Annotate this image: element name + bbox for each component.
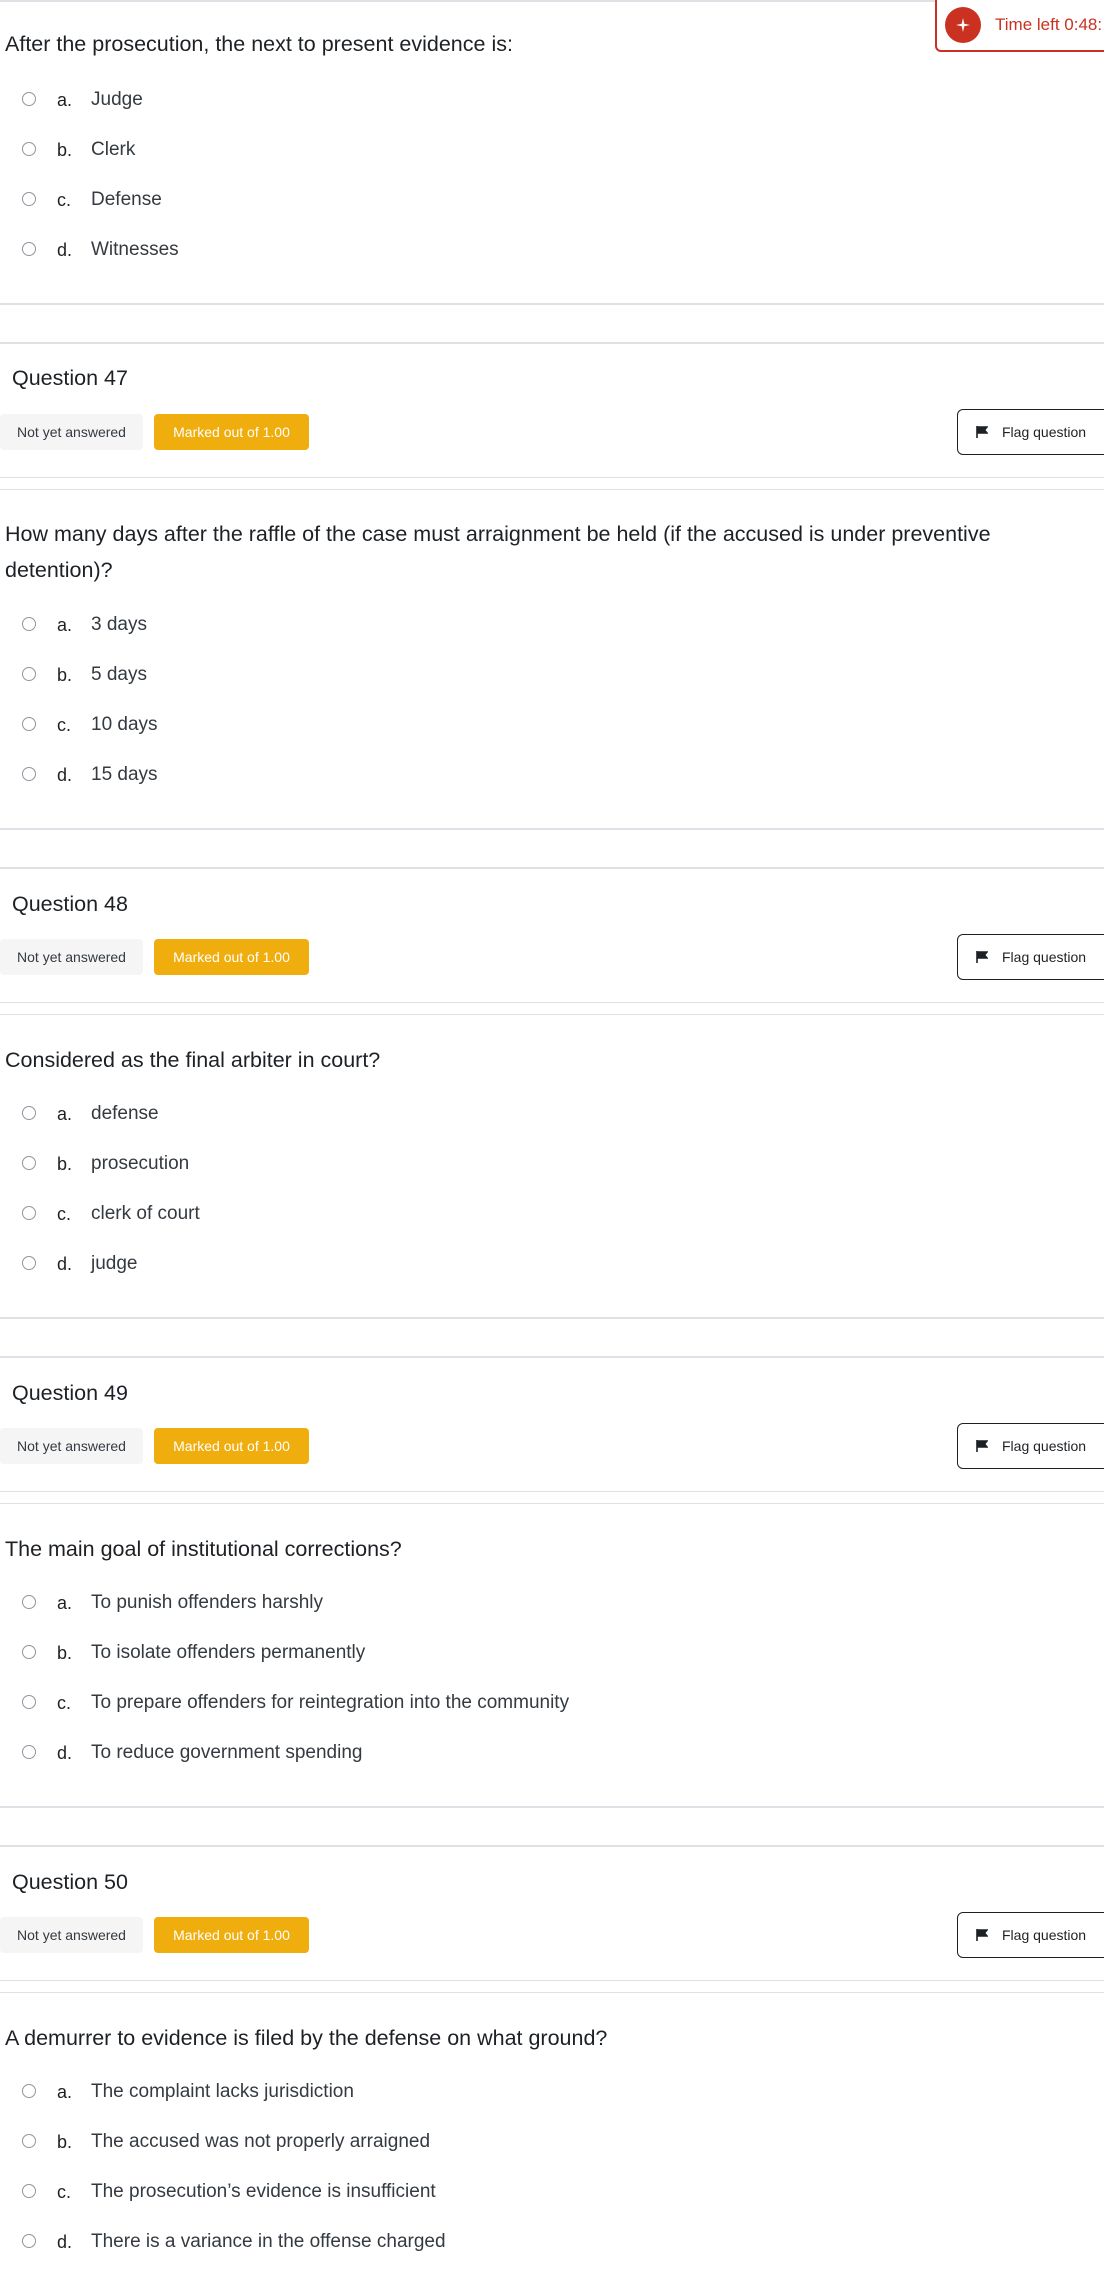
question-divider <box>0 1356 1104 1358</box>
radio-button[interactable] <box>22 2184 36 2198</box>
radio-button[interactable] <box>22 767 36 781</box>
flag-icon <box>976 1929 988 1941</box>
flag-question-label: Flag question <box>1002 424 1087 440</box>
radio-button[interactable] <box>22 1206 36 1220</box>
question-number-47: Question 47 <box>12 366 128 390</box>
flag-icon <box>976 1440 988 1452</box>
radio-button[interactable] <box>22 1745 36 1759</box>
mark-badge: Marked out of 1.00 <box>154 414 309 450</box>
status-badge: Not yet answered <box>0 1917 143 1953</box>
status-badge: Not yet answered <box>0 939 143 975</box>
flag-question-button[interactable]: Flag question <box>957 409 1104 455</box>
radio-button[interactable] <box>22 192 36 206</box>
info-divider <box>0 1002 1104 1003</box>
radio-button[interactable] <box>22 92 36 106</box>
radio-button[interactable] <box>22 1695 36 1709</box>
question-divider <box>0 828 1104 830</box>
question-divider <box>0 303 1104 305</box>
status-badge: Not yet answered <box>0 1428 143 1464</box>
flag-question-button[interactable]: Flag question <box>957 1423 1104 1469</box>
info-divider <box>0 1014 1104 1015</box>
radio-button[interactable] <box>22 1645 36 1659</box>
info-divider <box>0 1992 1104 1993</box>
flag-icon <box>976 426 988 438</box>
info-divider <box>0 489 1104 490</box>
mark-badge: Marked out of 1.00 <box>154 939 309 975</box>
radio-button[interactable] <box>22 1256 36 1270</box>
radio-button[interactable] <box>22 242 36 256</box>
question-divider <box>0 867 1104 869</box>
question-divider <box>0 342 1104 344</box>
radio-button[interactable] <box>22 2084 36 2098</box>
radio-button[interactable] <box>22 2234 36 2248</box>
flag-icon <box>976 951 988 963</box>
question-divider <box>0 1317 1104 1319</box>
question-number-50: Question 50 <box>12 1870 128 1894</box>
flag-question-label: Flag question <box>1002 1438 1087 1454</box>
info-divider <box>0 1503 1104 1504</box>
radio-button[interactable] <box>22 1106 36 1120</box>
status-badge: Not yet answered <box>0 414 143 450</box>
question-text-46: After the prosecution, the next to prese… <box>5 32 513 56</box>
radio-button[interactable] <box>22 667 36 681</box>
radio-button[interactable] <box>22 1156 36 1170</box>
flag-question-button[interactable]: Flag question <box>957 934 1104 980</box>
radio-button[interactable] <box>22 2134 36 2148</box>
radio-button[interactable] <box>22 717 36 731</box>
mark-badge: Marked out of 1.00 <box>154 1428 309 1464</box>
question-number-49: Question 49 <box>12 1381 128 1405</box>
question-text-47: How many days after the raffle of the ca… <box>5 522 991 582</box>
radio-button[interactable] <box>22 617 36 631</box>
flag-question-label: Flag question <box>1002 949 1087 965</box>
question-divider <box>0 1806 1104 1808</box>
mark-badge: Marked out of 1.00 <box>154 1917 309 1953</box>
radio-button[interactable] <box>22 142 36 156</box>
info-divider <box>0 1491 1104 1492</box>
flag-question-button[interactable]: Flag question <box>957 1912 1104 1958</box>
radio-button[interactable] <box>22 1595 36 1609</box>
question-text-50: A demurrer to evidence is filed by the d… <box>5 2026 608 2050</box>
flag-question-label: Flag question <box>1002 1927 1087 1943</box>
question-text-49: The main goal of institutional correctio… <box>5 1537 402 1561</box>
info-divider <box>0 1980 1104 1981</box>
question-number-48: Question 48 <box>12 892 128 916</box>
question-divider <box>0 1845 1104 1847</box>
info-divider <box>0 477 1104 478</box>
question-text-48: Considered as the final arbiter in court… <box>5 1048 381 1072</box>
